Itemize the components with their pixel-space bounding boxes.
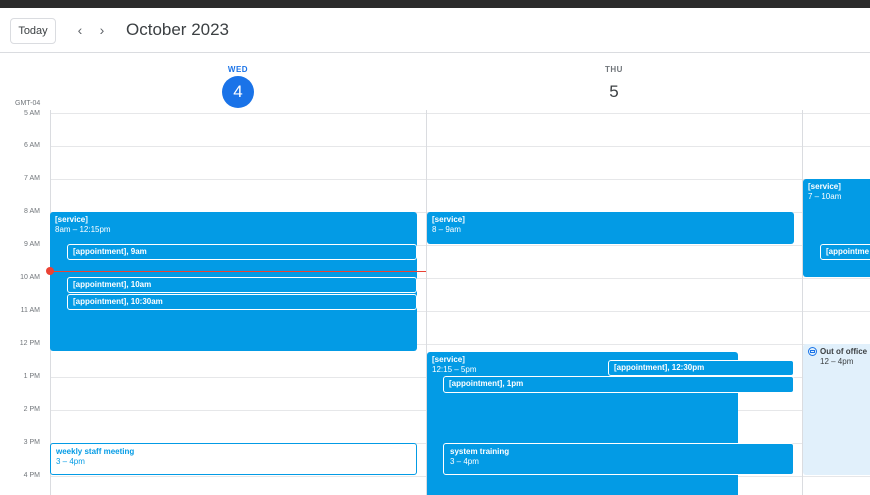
event-title: Out of office bbox=[808, 347, 870, 357]
event-fri-service[interactable]: [service] 7 – 10am bbox=[803, 179, 870, 277]
hour-gridline bbox=[50, 179, 870, 180]
event-fri-appointment[interactable]: [appointme bbox=[820, 244, 870, 260]
chevron-right-icon[interactable]: › bbox=[94, 22, 110, 38]
event-title-text: Out of office bbox=[820, 347, 868, 356]
hour-gridline bbox=[50, 146, 870, 147]
calendar-header: Today ‹ › October 2023 bbox=[0, 8, 870, 53]
event-title: [appointment], 10:30am bbox=[73, 297, 163, 306]
timezone-label: GMT-04 bbox=[15, 100, 41, 107]
current-time-line bbox=[50, 271, 426, 272]
hour-label: 6 AM bbox=[24, 142, 40, 149]
month-title: October 2023 bbox=[126, 20, 230, 39]
event-time: 8 – 9am bbox=[432, 225, 461, 234]
event-title: [service] bbox=[808, 182, 841, 191]
out-of-office-icon bbox=[808, 347, 817, 357]
event-title: [appointme bbox=[826, 247, 870, 256]
event-thu-appointment-1230pm[interactable]: [appointment], 12:30pm bbox=[608, 360, 794, 376]
hour-gridline bbox=[50, 113, 870, 114]
event-time: 12 – 4pm bbox=[820, 357, 854, 366]
event-time: 7 – 10am bbox=[808, 192, 842, 201]
event-title: [service] bbox=[432, 215, 465, 224]
day-number-today[interactable]: 4 bbox=[222, 76, 254, 108]
hour-label: 5 AM bbox=[24, 110, 40, 117]
day-number[interactable]: 5 bbox=[598, 76, 630, 108]
hour-label: 1 PM bbox=[23, 373, 40, 380]
hour-label: 8 AM bbox=[24, 208, 40, 215]
event-title: [appointment], 12:30pm bbox=[614, 363, 705, 372]
day-header-thu[interactable]: THU 5 bbox=[426, 52, 802, 108]
day-header-wed[interactable]: WED 4 bbox=[50, 52, 426, 108]
day-of-week: WED bbox=[227, 65, 249, 74]
event-title: [appointment], 1pm bbox=[449, 379, 524, 388]
hour-label: 9 AM bbox=[24, 241, 40, 248]
event-time: 3 – 4pm bbox=[450, 457, 479, 466]
hour-label: 4 PM bbox=[23, 472, 40, 479]
hour-label: 3 PM bbox=[23, 439, 40, 446]
event-fri-out-of-office[interactable]: Out of office 12 – 4pm bbox=[803, 344, 870, 475]
window-top-bar bbox=[0, 0, 870, 8]
event-wed-appointment-9am[interactable]: [appointment], 9am bbox=[67, 244, 417, 260]
event-title: [service] bbox=[55, 215, 88, 224]
hour-label: 7 AM bbox=[24, 175, 40, 182]
event-thu-service-morning[interactable]: [service] 8 – 9am bbox=[427, 212, 794, 244]
event-title: [appointment], 10am bbox=[73, 280, 152, 289]
event-wed-appointment-10am[interactable]: [appointment], 10am bbox=[67, 277, 417, 293]
hour-label: 2 PM bbox=[23, 406, 40, 413]
day-of-week: THU bbox=[605, 65, 623, 74]
time-grid[interactable]: 5 AM 6 AM 7 AM 8 AM 9 AM 10 AM 11 AM 12 … bbox=[0, 110, 870, 495]
event-time: 3 – 4pm bbox=[56, 457, 85, 466]
current-time-dot bbox=[46, 267, 54, 275]
event-title: [appointment], 9am bbox=[73, 247, 147, 256]
event-thu-appointment-1pm[interactable]: [appointment], 1pm bbox=[443, 376, 794, 393]
today-button[interactable]: Today bbox=[10, 18, 56, 44]
event-time: 8am – 12:15pm bbox=[55, 225, 111, 234]
hour-label: 12 PM bbox=[19, 340, 40, 347]
event-time: 12:15 – 5pm bbox=[432, 365, 477, 374]
event-wed-staff-meeting[interactable]: weekly staff meeting 3 – 4pm bbox=[50, 443, 417, 475]
event-title: weekly staff meeting bbox=[56, 447, 135, 456]
hour-label: 10 AM bbox=[20, 274, 40, 281]
event-wed-appointment-1030am[interactable]: [appointment], 10:30am bbox=[67, 294, 417, 310]
chevron-left-icon[interactable]: ‹ bbox=[72, 22, 88, 38]
event-thu-system-training[interactable]: system training 3 – 4pm bbox=[443, 443, 794, 475]
hour-label: 11 AM bbox=[20, 307, 40, 314]
event-title: system training bbox=[450, 447, 510, 456]
